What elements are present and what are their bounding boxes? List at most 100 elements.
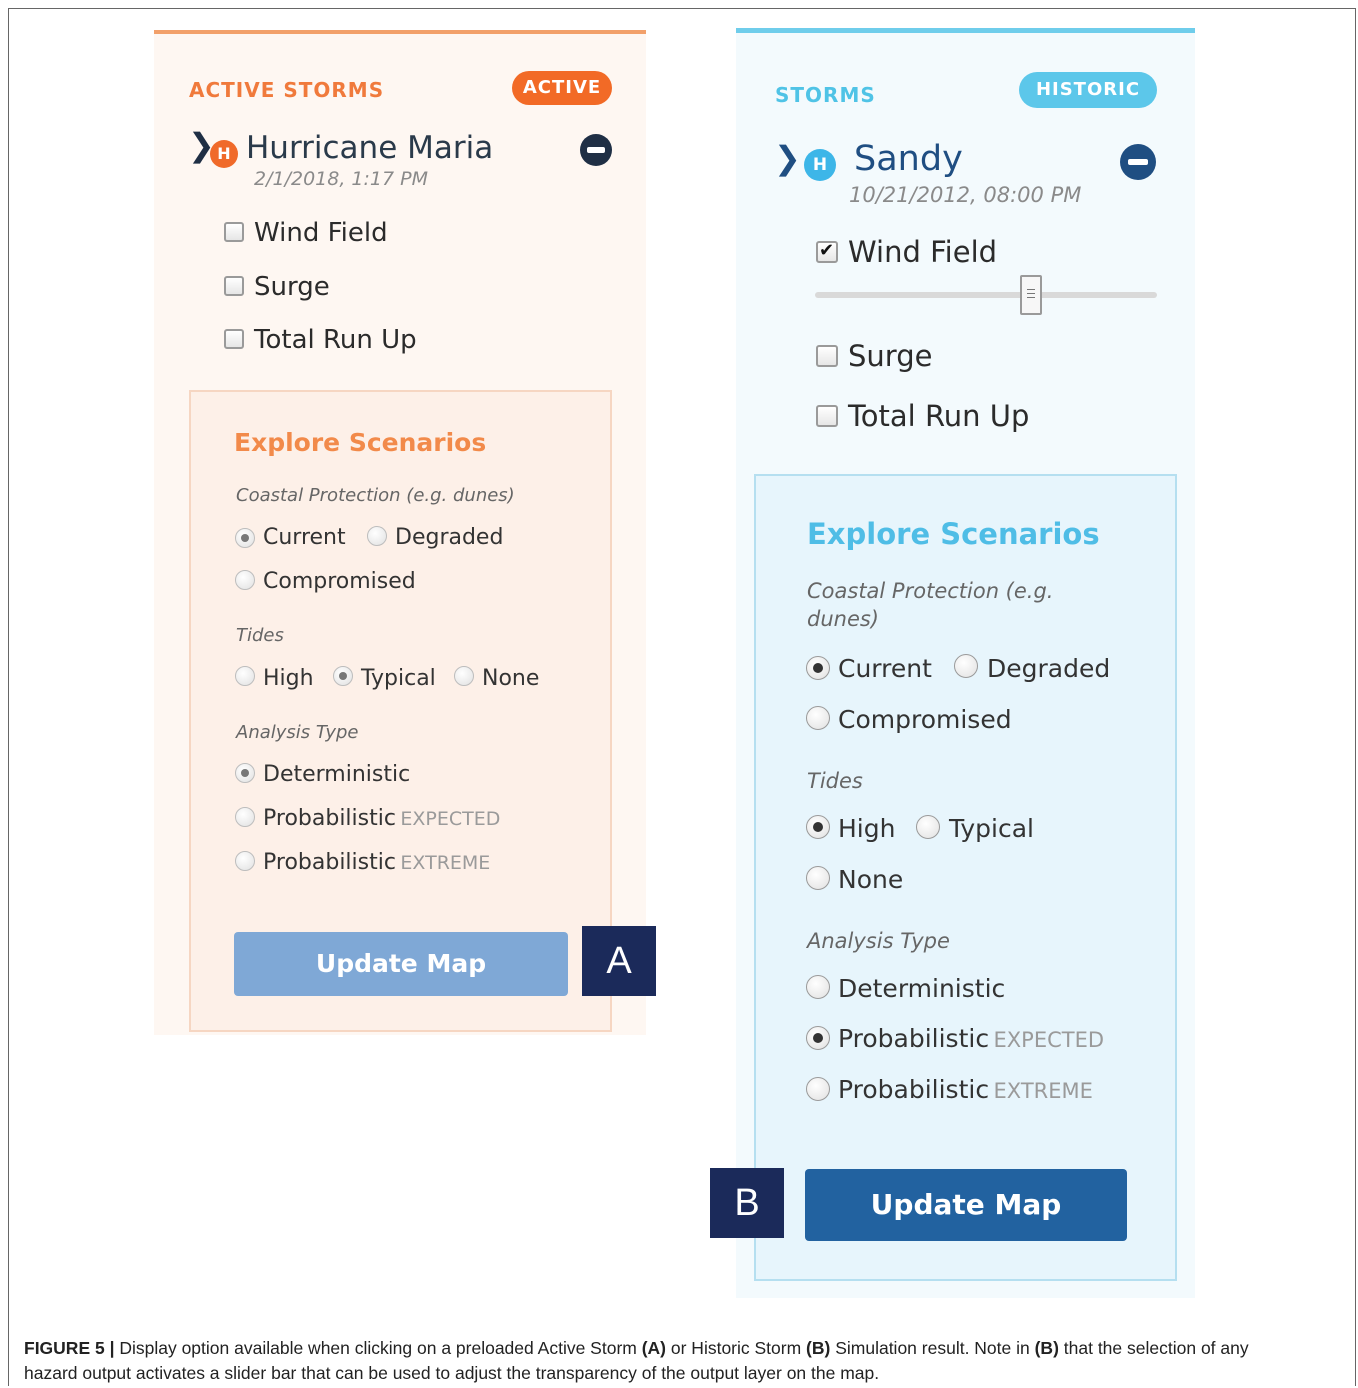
hurricane-badge-icon: H bbox=[210, 140, 238, 168]
layer-wind-field[interactable]: Wind Field bbox=[816, 235, 1136, 275]
explore-scenarios-title: Explore Scenarios bbox=[807, 517, 1100, 551]
option-suffix: EXPECTED bbox=[993, 1028, 1105, 1052]
option-label: Probabilistic bbox=[838, 1075, 990, 1104]
option-suffix: EXPECTED bbox=[400, 808, 501, 830]
radio-analysis-probabilistic-extreme[interactable] bbox=[806, 1077, 830, 1101]
radio-tides-high[interactable] bbox=[235, 666, 255, 686]
transparency-slider[interactable] bbox=[815, 275, 1157, 321]
radio-analysis-probabilistic-extreme[interactable] bbox=[235, 851, 255, 871]
total-run-up-checkbox[interactable] bbox=[224, 329, 244, 349]
tides-label: Tides bbox=[807, 769, 863, 793]
storm-date: 2/1/2018, 1:17 PM bbox=[254, 168, 428, 190]
option-label: Probabilistic bbox=[838, 1024, 990, 1053]
layer-label: Wind Field bbox=[254, 218, 388, 248]
explore-scenarios-title: Explore Scenarios bbox=[234, 428, 487, 457]
explore-scenarios-box: Explore Scenarios Coastal Protection (e.… bbox=[754, 474, 1177, 1281]
wind-field-checkbox[interactable] bbox=[224, 222, 244, 242]
caption-line-2: hazard output activates a slider bar tha… bbox=[24, 1363, 880, 1383]
option-label: Deterministic bbox=[263, 762, 411, 787]
option-probabilistic-extreme: Probabilistic EXTREME bbox=[263, 850, 490, 875]
storm-name[interactable]: Hurricane Maria bbox=[246, 130, 493, 166]
option-label: Degraded bbox=[395, 525, 504, 550]
caption-line-1: FIGURE 5 | Display option available when… bbox=[24, 1336, 1344, 1361]
panel-tag-a: A bbox=[582, 926, 656, 996]
radio-coastal-degraded[interactable] bbox=[367, 526, 387, 546]
chevron-right-icon[interactable]: ❯ bbox=[774, 139, 801, 177]
option-label: Current bbox=[263, 525, 346, 550]
slider-track[interactable] bbox=[815, 292, 1157, 298]
option-label: Probabilistic bbox=[263, 806, 396, 831]
wind-field-checkbox[interactable] bbox=[816, 240, 838, 263]
layer-wind-field[interactable]: Wind Field bbox=[224, 218, 524, 252]
layer-label: Wind Field bbox=[848, 235, 998, 269]
layer-label: Total Run Up bbox=[848, 399, 1030, 433]
caption-ref: (B) bbox=[806, 1338, 831, 1358]
historic-storm-panel: STORMS HISTORIC ❯ H Sandy 10/21/2012, 08… bbox=[736, 28, 1195, 1298]
caption-text: that the selection of any bbox=[1058, 1338, 1249, 1358]
radio-analysis-deterministic[interactable] bbox=[235, 763, 255, 783]
caption-text: Simulation result. Note in bbox=[830, 1338, 1035, 1358]
coastal-protection-label-cont: dunes) bbox=[807, 607, 880, 631]
option-probabilistic-expected: Probabilistic EXPECTED bbox=[263, 806, 500, 831]
option-label: None bbox=[838, 865, 904, 894]
option-label: Current bbox=[838, 654, 932, 683]
layer-label: Surge bbox=[254, 272, 330, 302]
radio-coastal-current[interactable] bbox=[806, 656, 830, 680]
update-map-button[interactable]: Update Map bbox=[805, 1169, 1127, 1241]
storm-date: 10/21/2012, 08:00 PM bbox=[849, 183, 1082, 207]
radio-coastal-compromised[interactable] bbox=[806, 706, 830, 730]
radio-analysis-probabilistic-expected[interactable] bbox=[235, 807, 255, 827]
active-storm-panel: ACTIVE STORMS ACTIVE ❯ H Hurricane Maria… bbox=[154, 30, 646, 1035]
option-label: Compromised bbox=[263, 569, 416, 594]
option-label: None bbox=[482, 666, 540, 691]
option-probabilistic-extreme: Probabilistic EXTREME bbox=[838, 1075, 1093, 1104]
layer-label: Total Run Up bbox=[254, 325, 417, 355]
layer-surge[interactable]: Surge bbox=[816, 339, 1136, 379]
panel-tag-b: B bbox=[710, 1168, 784, 1238]
active-badge: ACTIVE bbox=[512, 71, 612, 105]
layer-total-run-up[interactable]: Total Run Up bbox=[224, 325, 524, 359]
minus-circle-icon[interactable] bbox=[1120, 144, 1156, 180]
option-label: High bbox=[838, 814, 896, 843]
explore-scenarios-box: Explore Scenarios Coastal Protection (e.… bbox=[189, 390, 612, 1032]
radio-tides-none[interactable] bbox=[806, 866, 830, 890]
caption-ref: (B) bbox=[1034, 1338, 1059, 1358]
surge-checkbox[interactable] bbox=[224, 276, 244, 296]
caption-ref: (A) bbox=[641, 1338, 667, 1358]
radio-analysis-deterministic[interactable] bbox=[806, 975, 830, 999]
radio-analysis-probabilistic-expected[interactable] bbox=[806, 1026, 830, 1050]
option-label: Typical bbox=[361, 666, 436, 691]
figure-caption: FIGURE 5 | Display option available when… bbox=[24, 1336, 1344, 1386]
caption-label: FIGURE 5 | bbox=[24, 1338, 115, 1358]
radio-tides-typical[interactable] bbox=[333, 666, 353, 686]
radio-tides-high[interactable] bbox=[806, 815, 830, 839]
option-label: Probabilistic bbox=[263, 850, 396, 875]
radio-coastal-current[interactable] bbox=[235, 528, 255, 548]
historic-badge: HISTORIC bbox=[1019, 72, 1157, 108]
storm-name[interactable]: Sandy bbox=[854, 139, 963, 179]
panel-header-title: STORMS bbox=[775, 83, 876, 107]
option-suffix: EXTREME bbox=[993, 1079, 1093, 1103]
tides-label: Tides bbox=[236, 625, 284, 646]
analysis-type-label: Analysis Type bbox=[807, 929, 950, 953]
radio-tides-none[interactable] bbox=[454, 666, 474, 686]
minus-circle-icon[interactable] bbox=[580, 134, 612, 166]
surge-checkbox[interactable] bbox=[816, 345, 838, 367]
layer-surge[interactable]: Surge bbox=[224, 272, 524, 306]
layer-label: Surge bbox=[848, 339, 933, 373]
option-label: Degraded bbox=[987, 654, 1111, 683]
radio-tides-typical[interactable] bbox=[916, 815, 940, 839]
total-run-up-checkbox[interactable] bbox=[816, 405, 838, 427]
radio-coastal-compromised[interactable] bbox=[235, 570, 255, 590]
radio-coastal-degraded[interactable] bbox=[954, 654, 978, 678]
option-suffix: EXTREME bbox=[400, 852, 491, 874]
option-label: Typical bbox=[949, 814, 1034, 843]
option-probabilistic-expected: Probabilistic EXPECTED bbox=[838, 1024, 1104, 1053]
slider-handle[interactable] bbox=[1020, 275, 1042, 315]
layer-total-run-up[interactable]: Total Run Up bbox=[816, 399, 1136, 439]
option-label: High bbox=[263, 666, 314, 691]
option-label: Deterministic bbox=[838, 974, 1006, 1003]
coastal-protection-label: Coastal Protection (e.g. dunes) bbox=[236, 485, 515, 506]
update-map-button[interactable]: Update Map bbox=[234, 932, 568, 996]
coastal-protection-label: Coastal Protection (e.g. bbox=[807, 579, 1054, 603]
